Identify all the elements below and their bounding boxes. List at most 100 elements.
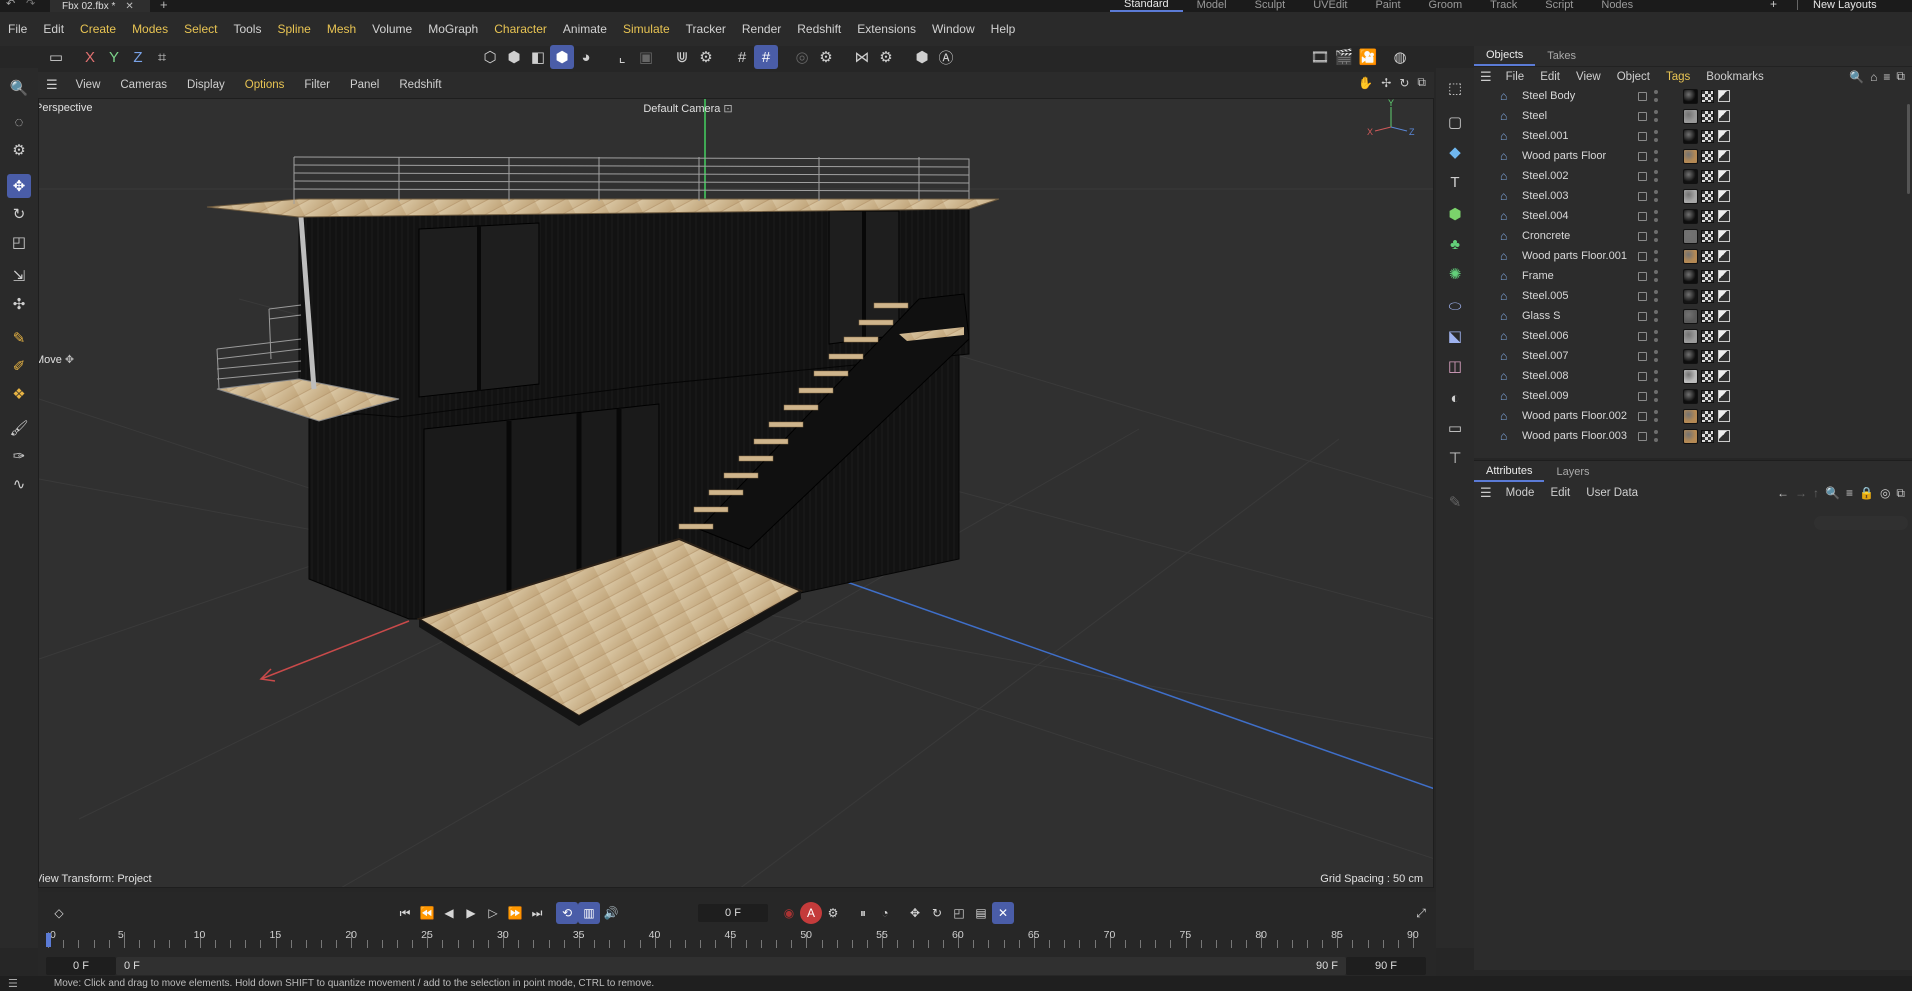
object-row[interactable]: ⌂ Steel.007 [1488, 346, 1912, 366]
visibility-check[interactable] [1638, 271, 1647, 281]
object-row[interactable]: ⌂ Steel.003 [1488, 186, 1912, 206]
forward-icon[interactable]: → [1792, 486, 1810, 500]
objects-menu-view[interactable]: View [1568, 71, 1609, 83]
menu-character[interactable]: Character [486, 22, 555, 36]
material-tag[interactable] [1683, 188, 1698, 204]
lock-icon[interactable]: 🔒 [1856, 486, 1877, 500]
layout-tab-groom[interactable]: Groom [1415, 0, 1477, 11]
objects-home-icon[interactable]: ⌂ [1867, 70, 1880, 84]
effector-icon[interactable]: ✺ [1443, 262, 1467, 286]
object-row[interactable]: ⌂ Wood parts Floor.003 [1488, 426, 1912, 446]
layout-tab-standard[interactable]: Standard [1110, 0, 1183, 12]
object-row[interactable]: ⌂ Steel.004 [1488, 206, 1912, 226]
keyframe-diamond-icon[interactable]: ◇ [48, 902, 70, 924]
uvw-tag[interactable] [1701, 429, 1714, 443]
new-layouts-button[interactable]: New Layouts [1813, 0, 1877, 11]
redshift-icon[interactable]: ◍ [1388, 45, 1412, 69]
editor-render-dots[interactable] [1654, 170, 1658, 182]
field-icon[interactable]: ⬕ [1443, 324, 1467, 348]
key-position-icon[interactable]: ✥ [904, 902, 926, 924]
viewport-menu-display[interactable]: Display [177, 79, 235, 91]
key-param-icon[interactable]: ▤ [970, 902, 992, 924]
object-row[interactable]: ⌂ Frame [1488, 266, 1912, 286]
objects-menu-object[interactable]: Object [1609, 71, 1658, 83]
material-tag[interactable] [1683, 388, 1698, 404]
editor-render-dots[interactable] [1654, 290, 1658, 302]
orbit-icon[interactable]: ↻ [1395, 76, 1413, 90]
snap-magnet-icon[interactable]: ⋓ [670, 45, 694, 69]
grid-icon[interactable]: # [730, 45, 754, 69]
render-picture-viewer-icon[interactable]: 🎬 [1332, 45, 1356, 69]
attributes-filter-icon[interactable]: ≡ [1843, 486, 1856, 500]
objects-menu-tags[interactable]: Tags [1658, 71, 1698, 83]
timeline-ruler[interactable]: 0 5 10 15 20 25 30 35 40 45 50 55 60 65 70 75 80 85 90 [48, 929, 1423, 956]
uvw-tag[interactable] [1701, 169, 1714, 183]
material-tag[interactable] [1683, 208, 1698, 224]
go-to-end-icon[interactable]: ⏭ [526, 902, 548, 924]
model-mode-icon[interactable]: ⬡ [478, 45, 502, 69]
deformer-icon[interactable]: ⬭ [1443, 294, 1467, 318]
menu-spline[interactable]: Spline [269, 22, 318, 36]
object-row[interactable]: ⌂ Steel.008 [1488, 366, 1912, 386]
mograph-cloner-icon[interactable]: ♣ [1443, 232, 1467, 256]
transform-tool-icon[interactable]: ✣ [7, 292, 31, 316]
polygons-mode-icon[interactable]: ⬢ [550, 45, 574, 69]
visibility-check[interactable] [1638, 111, 1647, 121]
material-tag[interactable] [1683, 348, 1698, 364]
points-mode-icon[interactable]: ⬢ [502, 45, 526, 69]
layout-tab-track[interactable]: Track [1476, 0, 1531, 11]
attributes-hamburger-icon[interactable]: ☰ [1474, 485, 1498, 501]
object-row[interactable]: ⌂ Steel.001 [1488, 126, 1912, 146]
visibility-check[interactable] [1638, 191, 1647, 201]
rotate-tool-icon[interactable]: ↻ [7, 202, 31, 226]
menu-create[interactable]: Create [72, 22, 124, 36]
editor-render-dots[interactable] [1654, 410, 1658, 422]
material-tag[interactable] [1683, 168, 1698, 184]
editor-render-dots[interactable] [1654, 210, 1658, 222]
editor-render-dots[interactable] [1654, 390, 1658, 402]
objects-hamburger-icon[interactable]: ☰ [1474, 69, 1498, 85]
object-row[interactable]: ⌂ Steel.002 [1488, 166, 1912, 186]
range-start-field[interactable]: 0 F [46, 957, 116, 975]
menu-simulate[interactable]: Simulate [615, 22, 678, 36]
key-settings-icon[interactable]: ⚙ [822, 902, 844, 924]
phong-tag[interactable] [1718, 330, 1730, 342]
coordinate-system-icon[interactable]: ⌗ [150, 45, 174, 69]
layout-tab-paint[interactable]: Paint [1361, 0, 1414, 11]
solo-icon[interactable]: ◎ [790, 45, 814, 69]
phong-tag[interactable] [1718, 170, 1730, 182]
add-tab-icon[interactable]: + [160, 0, 168, 12]
attributes-menu-mode[interactable]: Mode [1498, 487, 1543, 499]
attributes-new-window-icon[interactable]: ⧉ [1893, 486, 1908, 501]
uvw-tag[interactable] [1701, 369, 1714, 383]
viewport-menu-panel[interactable]: Panel [340, 79, 389, 91]
phong-tag[interactable] [1718, 230, 1730, 242]
menu-animate[interactable]: Animate [555, 22, 615, 36]
material-tag[interactable] [1683, 148, 1698, 164]
editor-render-dots[interactable] [1654, 130, 1658, 142]
objects-filter-icon[interactable]: ≡ [1880, 70, 1893, 84]
material-tag[interactable] [1683, 108, 1698, 124]
key-selection-icon[interactable]: ⏸ [852, 902, 874, 924]
snap-settings-icon[interactable]: ⚙ [694, 45, 718, 69]
sound-icon[interactable]: 🔊 [600, 902, 622, 924]
next-frame-icon[interactable]: ▷ [482, 902, 504, 924]
uvw-tag[interactable] [1701, 349, 1714, 363]
visibility-check[interactable] [1638, 231, 1647, 241]
uvw-tag[interactable] [1701, 329, 1714, 343]
prev-frame-icon[interactable]: ◀ [438, 902, 460, 924]
phong-tag[interactable] [1718, 270, 1730, 282]
editor-render-dots[interactable] [1654, 190, 1658, 202]
attributes-settings-icon[interactable]: ◎ [1877, 486, 1893, 500]
go-to-start-icon[interactable]: ⏮ [394, 902, 416, 924]
editor-render-dots[interactable] [1654, 150, 1658, 162]
phong-tag[interactable] [1718, 190, 1730, 202]
material-tag[interactable] [1683, 248, 1698, 264]
tab-takes[interactable]: Takes [1535, 46, 1588, 66]
tab-attributes[interactable]: Attributes [1474, 462, 1545, 482]
selection-settings-icon[interactable]: ⚙ [7, 138, 31, 162]
add-layout-icon[interactable]: + [1770, 0, 1777, 11]
range-end-field[interactable]: 90 F [1346, 957, 1426, 975]
object-manager-icon[interactable]: ⬚ [1443, 76, 1467, 100]
uvw-tag[interactable] [1701, 149, 1714, 163]
